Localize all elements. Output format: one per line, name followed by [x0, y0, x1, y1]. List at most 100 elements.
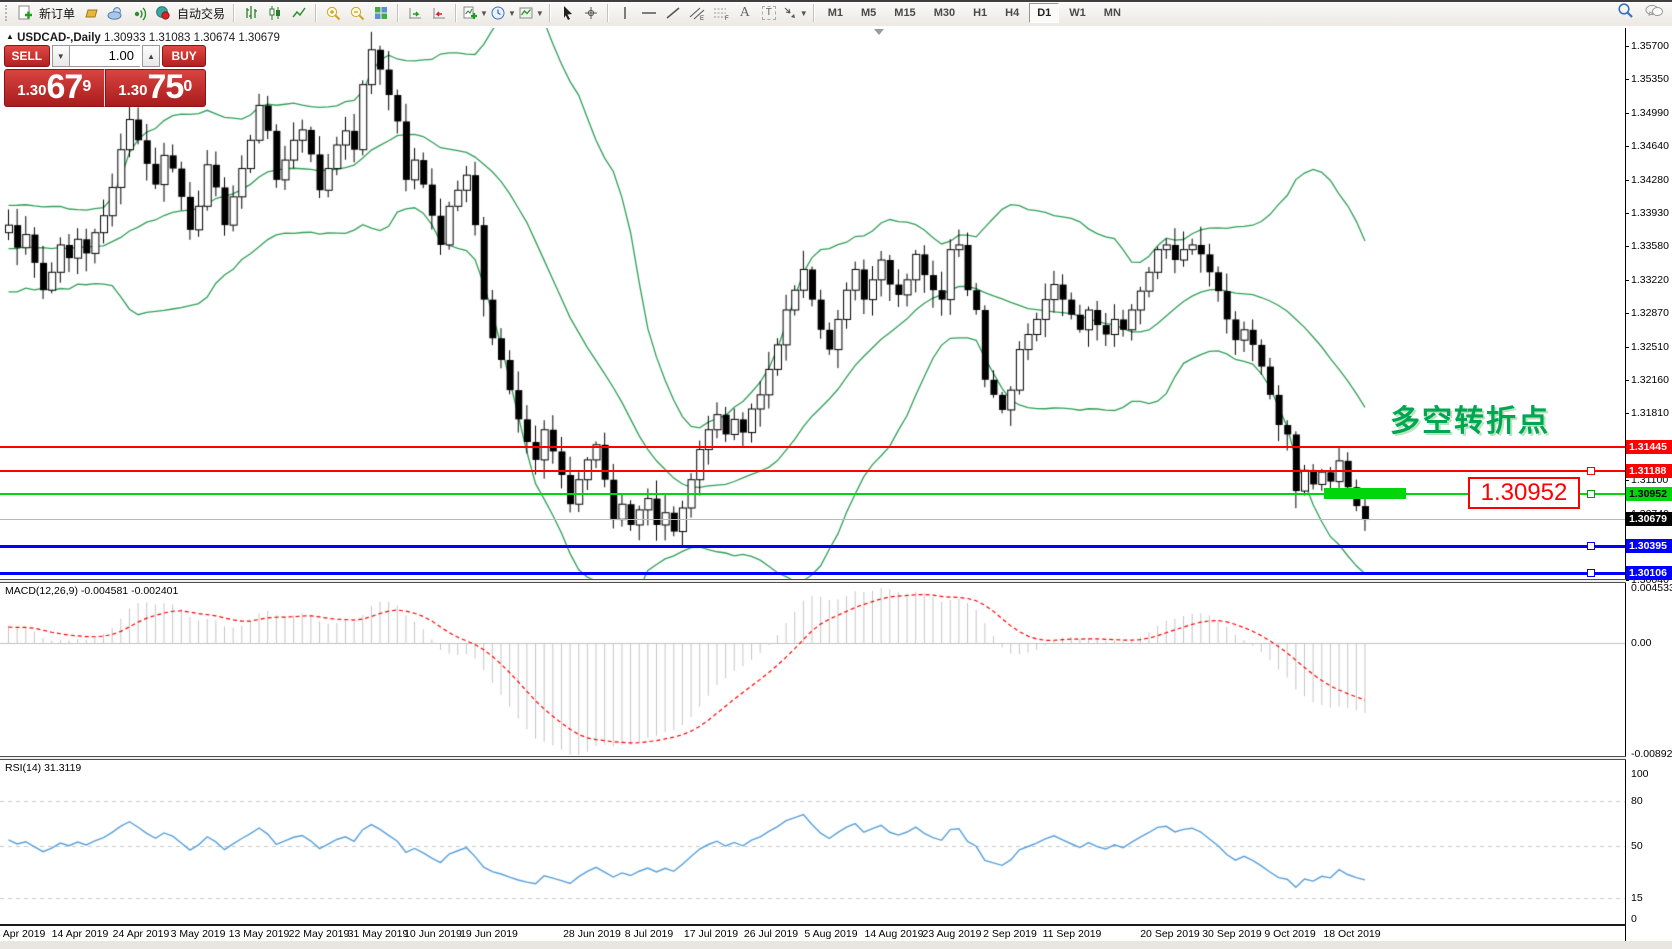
- line-selection-handle[interactable]: [1587, 542, 1595, 550]
- new-order-icon: [17, 5, 33, 21]
- horizontal-line-tool-button[interactable]: [638, 2, 660, 24]
- turning-point-annotation[interactable]: 多空转折点: [1390, 396, 1550, 440]
- chart-shift-marker[interactable]: [874, 29, 884, 35]
- fibonacci-tool-button[interactable]: F: [710, 2, 732, 24]
- buy-button[interactable]: BUY: [162, 45, 206, 67]
- macd-axis-label: 0.00: [1631, 637, 1651, 649]
- date-label: 31 May 2019: [348, 928, 409, 940]
- price-tick-label: 1.33580: [1631, 240, 1669, 252]
- zoom-in-icon: [325, 5, 342, 22]
- toolbar: 新订单 自动交易: [0, 0, 1672, 26]
- line-selection-handle[interactable]: [1587, 490, 1595, 498]
- templates-button[interactable]: ▼: [518, 2, 544, 24]
- buy-price-display[interactable]: 1.30 75 0: [105, 69, 207, 107]
- horizontal-line-1.31445[interactable]: [0, 446, 1625, 448]
- autotrading-label[interactable]: 自动交易: [177, 5, 225, 22]
- price-axis-line[interactable]: [1625, 28, 1626, 941]
- price-annotation-box[interactable]: 1.30952: [1468, 477, 1580, 509]
- timeframe-M1[interactable]: M1: [820, 3, 851, 23]
- volume-input[interactable]: 1.00: [70, 45, 140, 67]
- price-tick-label: 1.35350: [1631, 73, 1669, 85]
- sell-button[interactable]: SELL: [4, 45, 50, 67]
- chart-window-top-border: [0, 0, 1672, 3]
- search-icon[interactable]: [1617, 2, 1634, 19]
- periods-icon: [490, 5, 506, 21]
- auto-scroll-button[interactable]: [404, 2, 426, 24]
- sell-price-display[interactable]: 1.30 67 9: [4, 69, 105, 107]
- horizontal-line-1.31188[interactable]: [0, 470, 1625, 472]
- price-badge: 1.30952: [1626, 487, 1672, 501]
- equidistant-channel-icon: E: [688, 5, 706, 21]
- chart-shift-button[interactable]: [428, 2, 450, 24]
- sell-price-handle: 1.30: [17, 78, 46, 104]
- zoom-out-button[interactable]: [346, 2, 368, 24]
- periods-button[interactable]: ▼: [490, 2, 516, 24]
- cursor-tool-button[interactable]: [556, 2, 578, 24]
- crosshair-tool-button[interactable]: [580, 2, 602, 24]
- tile-windows-button[interactable]: [370, 2, 392, 24]
- trendline-icon: [665, 5, 681, 21]
- equidistant-channel-tool-button[interactable]: E: [686, 2, 708, 24]
- timeframe-M5[interactable]: M5: [853, 3, 884, 23]
- fibonacci-icon: F: [712, 5, 730, 21]
- timeframe-M30[interactable]: M30: [926, 3, 963, 23]
- axis-tick-mark: [1625, 480, 1629, 481]
- indicators-button[interactable]: ▼: [462, 2, 488, 24]
- text-tool-button[interactable]: A: [734, 2, 756, 24]
- signals-button[interactable]: [128, 2, 150, 24]
- timeframe-group: M1M5M15M30H1H4D1W1MN: [819, 3, 1130, 23]
- cursor-icon: [560, 5, 574, 21]
- price-tick-label: 1.34280: [1631, 174, 1669, 186]
- timeframe-H4[interactable]: H4: [997, 3, 1027, 23]
- volume-decrease-button[interactable]: ▼: [52, 45, 70, 67]
- price-tick-label: 1.35700: [1631, 40, 1669, 52]
- vertical-line-tool-button[interactable]: [614, 2, 636, 24]
- new-order-label[interactable]: 新订单: [39, 5, 75, 22]
- profiles-button[interactable]: [80, 2, 102, 24]
- date-label: 14 Apr 2019: [52, 928, 109, 940]
- date-label: 9 Oct 2019: [1264, 928, 1315, 940]
- price-badge: 1.31445: [1626, 440, 1672, 454]
- line-selection-handle[interactable]: [1587, 467, 1595, 475]
- sell-price-pips: 67: [46, 70, 82, 104]
- line-selection-handle[interactable]: [1587, 569, 1595, 577]
- label-tool-button[interactable]: T: [758, 2, 780, 24]
- candlestick-chart-button[interactable]: [264, 2, 286, 24]
- horizontal-line-1.30395[interactable]: [0, 545, 1625, 548]
- rsi-pane-divider[interactable]: [0, 756, 1626, 760]
- autotrading-button[interactable]: [152, 2, 174, 24]
- bar-chart-button[interactable]: [240, 2, 262, 24]
- trendline-tool-button[interactable]: [662, 2, 684, 24]
- axis-tick-mark: [1625, 213, 1629, 214]
- price-badge: 1.30679: [1626, 512, 1672, 526]
- community-button[interactable]: [104, 2, 126, 24]
- arrows-tool-button[interactable]: ▼: [782, 2, 808, 24]
- timeframe-MN[interactable]: MN: [1096, 3, 1129, 23]
- line-chart-button[interactable]: [288, 2, 310, 24]
- collapse-arrow-icon[interactable]: ▲: [6, 32, 14, 41]
- new-order-button[interactable]: [14, 2, 36, 24]
- indicators-icon: [462, 5, 478, 21]
- spinner-down-icon: ▼: [57, 52, 65, 61]
- zoom-out-icon: [349, 5, 366, 22]
- timeframe-H1[interactable]: H1: [965, 3, 995, 23]
- price-tick-label: 1.31810: [1631, 407, 1669, 419]
- chart-surface[interactable]: [0, 28, 1625, 925]
- timeframe-M15[interactable]: M15: [886, 3, 923, 23]
- price-tick-label: 1.34990: [1631, 107, 1669, 119]
- buy-price-point: 0: [183, 72, 192, 102]
- zoom-in-button[interactable]: [322, 2, 344, 24]
- sell-price-point: 9: [82, 72, 91, 102]
- timeframe-W1[interactable]: W1: [1061, 3, 1094, 23]
- date-label: 4 Apr 2019: [0, 928, 45, 940]
- mt4-window: 新订单 自动交易: [0, 0, 1672, 949]
- macd-pane-divider[interactable]: [0, 579, 1626, 583]
- volume-increase-button[interactable]: ▲: [142, 45, 160, 67]
- autotrading-icon: [155, 5, 171, 21]
- chart-header: ▲ USDCAD-,Daily 1.30933 1.31083 1.30674 …: [6, 32, 280, 44]
- timeframe-D1[interactable]: D1: [1029, 3, 1059, 23]
- chat-icon[interactable]: [1644, 3, 1664, 19]
- date-label: 30 Sep 2019: [1202, 928, 1262, 940]
- horizontal-line-1.30106[interactable]: [0, 572, 1625, 575]
- turning-point-highlight-bar[interactable]: [1324, 488, 1406, 499]
